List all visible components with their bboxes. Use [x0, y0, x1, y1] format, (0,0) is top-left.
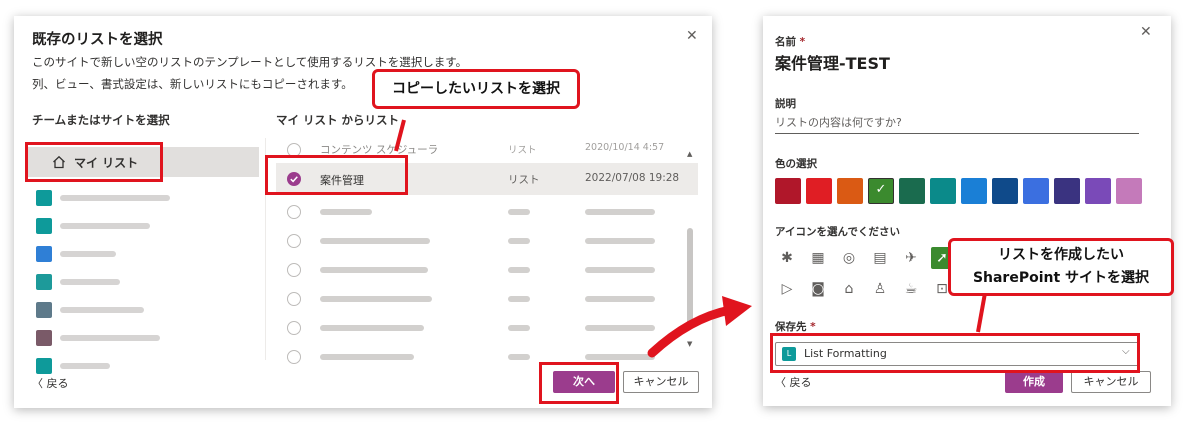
callout-copy-list: コピーしたいリストを選択 [372, 69, 580, 109]
curved-arrow-head [722, 296, 752, 326]
pointer-line-site [976, 292, 987, 333]
curved-arrow-shaft [647, 305, 735, 358]
callout-select-site: リストを作成したい SharePoint サイトを選択 [948, 238, 1174, 296]
callout-line-2: SharePoint サイトを選択 [972, 270, 1150, 286]
annotation-arrows [394, 119, 987, 358]
pointer-line-copy [394, 119, 406, 152]
callout-line-1: リストを作成したい [998, 247, 1124, 263]
